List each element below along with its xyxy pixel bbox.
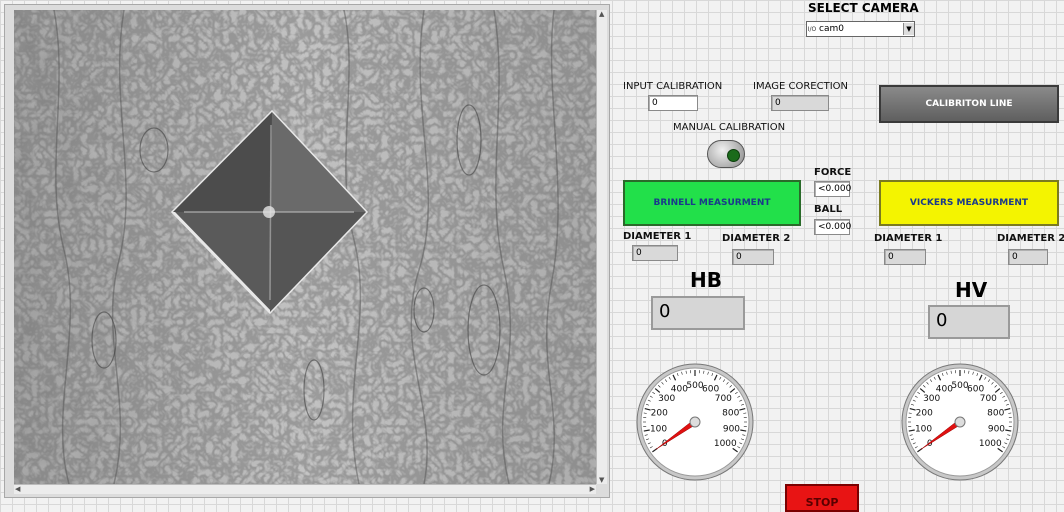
io-icon: I/O [807, 26, 817, 33]
manual-calibration-toggle[interactable] [707, 140, 745, 168]
vickers-diameter-2-label: DIAMETER 2 [997, 233, 1064, 244]
hb-gauge-tick-label: 700 [715, 394, 732, 404]
hb-value-display: 0 [651, 296, 745, 330]
micrograph-picture [14, 10, 596, 484]
ball-label: BALL [814, 204, 842, 215]
image-correction-label: IMAGE CORECTION [753, 81, 848, 92]
hv-gauge-tick-label: 100 [915, 424, 932, 434]
hv-value-display: 0 [928, 305, 1010, 339]
hb-gauge-tick-label: 300 [658, 394, 675, 404]
hv-gauge-tick-label: 1000 [979, 439, 1002, 449]
scroll-down-icon[interactable]: ▼ [599, 476, 604, 484]
force-label: FORCE [814, 167, 851, 178]
hv-gauge-tick-label: 700 [980, 394, 997, 404]
hv-gauge: 01002003004005006007008009001000 [899, 361, 1021, 483]
chevron-down-icon[interactable]: ▼ [903, 23, 914, 35]
hv-gauge-hub [955, 417, 965, 427]
vickers-diameter-2-value: 0 [1008, 249, 1048, 265]
calibration-line-button[interactable]: CALIBRITON LINE [879, 85, 1059, 123]
camera-image[interactable] [14, 10, 596, 484]
hv-gauge-tick-label: 200 [916, 408, 933, 418]
force-input[interactable]: <0.000 [814, 181, 850, 197]
stop-button[interactable]: STOP [785, 484, 859, 512]
camera-select[interactable]: I/O cam0 ▼ [806, 21, 915, 37]
vickers-diameter-1-value: 0 [884, 249, 926, 265]
brinell-diameter-2-value: 0 [732, 249, 774, 265]
hv-gauge-tick-label: 300 [923, 394, 940, 404]
image-correction-value: 0 [771, 95, 829, 111]
hb-label: HB [690, 268, 722, 292]
brinell-diameter-1-value: 0 [632, 245, 678, 261]
scroll-up-icon[interactable]: ▲ [599, 10, 604, 18]
manual-calibration-label: MANUAL CALIBRATION [673, 122, 785, 133]
hb-gauge: 01002003004005006007008009001000 [634, 361, 756, 483]
hb-gauge-tick-label: 800 [722, 408, 739, 418]
vickers-measurement-button[interactable]: VICKERS MEASURMENT [879, 180, 1059, 226]
scroll-right-icon[interactable]: ▶ [590, 485, 595, 493]
hb-gauge-tick-label: 900 [723, 424, 740, 434]
input-calibration-label: INPUT CALIBRATION [623, 81, 722, 92]
ball-input[interactable]: <0.000 [814, 219, 850, 235]
image-horizontal-scrollbar[interactable]: ◀ ▶ [14, 484, 596, 494]
vickers-diameter-1-label: DIAMETER 1 [874, 233, 942, 244]
select-camera-label: SELECT CAMERA [808, 1, 919, 15]
hv-gauge-tick-label: 600 [967, 384, 984, 394]
brinell-diameter-2-label: DIAMETER 2 [722, 233, 790, 244]
hv-gauge-tick-label: 900 [988, 424, 1005, 434]
hv-gauge-tick-label: 800 [987, 408, 1004, 418]
brinell-measurement-button[interactable]: BRINELL MEASURMENT [623, 180, 801, 226]
hb-gauge-hub [690, 417, 700, 427]
toggle-led-icon [727, 149, 740, 162]
brinell-diameter-1-label: DIAMETER 1 [623, 231, 691, 242]
hv-label: HV [955, 278, 987, 302]
hb-gauge-tick-label: 1000 [714, 439, 737, 449]
image-vertical-scrollbar[interactable]: ▲ ▼ [596, 10, 607, 484]
camera-select-value: cam0 [817, 24, 903, 34]
scroll-left-icon[interactable]: ◀ [15, 485, 20, 493]
input-calibration-field[interactable]: 0 [648, 95, 698, 111]
hb-gauge-tick-label: 200 [651, 408, 668, 418]
hb-gauge-tick-label: 600 [702, 384, 719, 394]
hb-gauge-tick-label: 100 [650, 424, 667, 434]
